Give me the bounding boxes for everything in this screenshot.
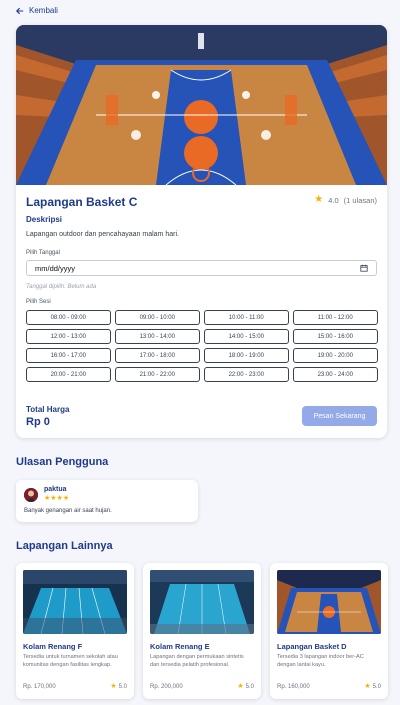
other-court-rating: ★ 5.0 bbox=[237, 683, 254, 690]
slot-button[interactable]: 19:00 - 20:00 bbox=[293, 348, 378, 363]
description-text: Lapangan outdoor dan pencahayaan malam h… bbox=[26, 231, 179, 238]
session-slots: 08:00 - 09:00 09:00 - 10:00 10:00 - 11:0… bbox=[26, 310, 378, 382]
other-court-price: Rp. 200,000 bbox=[150, 684, 183, 690]
slot-button[interactable]: 18:00 - 19:00 bbox=[204, 348, 289, 363]
slot-button[interactable]: 14:00 - 15:00 bbox=[204, 329, 289, 344]
other-court-rating: ★ 5.0 bbox=[110, 683, 127, 690]
slot-button[interactable]: 15:00 - 16:00 bbox=[293, 329, 378, 344]
other-court-desc: Tersedia 3 lapangan indoor ber-AC dengan… bbox=[277, 654, 364, 668]
court-title: Lapangan Basket C bbox=[26, 195, 138, 209]
date-placeholder: mm/dd/yyyy bbox=[35, 263, 76, 273]
reviews-heading: Ulasan Pengguna bbox=[16, 456, 109, 468]
session-label: Pilih Sesi bbox=[26, 299, 51, 305]
review-count: (1 ulasan) bbox=[343, 195, 377, 205]
court-detail-card: Lapangan Basket C ★ 4.0 (1 ulasan) Deskr… bbox=[16, 25, 387, 438]
slot-button[interactable]: 23:00 - 24:00 bbox=[293, 367, 378, 382]
total-price-label: Total Harga bbox=[26, 405, 70, 414]
other-court-name: Lapangan Basket D bbox=[277, 642, 347, 651]
court-rating: ★ 4.0 (1 ulasan) bbox=[314, 195, 377, 205]
other-court-rating: ★ 5.0 bbox=[364, 683, 381, 690]
review-user: paktua bbox=[44, 486, 67, 493]
court-thumbnail bbox=[23, 570, 127, 634]
date-label: Pilih Tanggal bbox=[26, 250, 60, 256]
slot-button[interactable]: 16:00 - 17:00 bbox=[26, 348, 111, 363]
court-thumbnail bbox=[150, 570, 254, 634]
other-court-name: Kolam Renang E bbox=[150, 642, 210, 651]
total-price-value: Rp 0 bbox=[26, 416, 50, 428]
slot-button[interactable]: 22:00 - 23:00 bbox=[204, 367, 289, 382]
other-courts-heading: Lapangan Lainnya bbox=[16, 540, 113, 552]
star-icon: ★ bbox=[314, 194, 324, 205]
slot-button[interactable]: 17:00 - 18:00 bbox=[115, 348, 200, 363]
other-court-desc: Lapangan dengan permukaan sintetis dan t… bbox=[150, 654, 244, 668]
review-text: Banyak genangan air saat hujan. bbox=[24, 508, 112, 514]
slot-button[interactable]: 20:00 - 21:00 bbox=[26, 367, 111, 382]
back-link[interactable]: Kembali bbox=[16, 6, 58, 15]
arrow-left-icon bbox=[16, 7, 24, 14]
date-input[interactable]: mm/dd/yyyy bbox=[26, 260, 377, 276]
court-hero-image bbox=[16, 25, 387, 185]
star-icon: ★ bbox=[237, 683, 244, 690]
avatar bbox=[24, 488, 38, 502]
star-icon: ★ bbox=[110, 683, 117, 690]
slot-button[interactable]: 11:00 - 12:00 bbox=[293, 310, 378, 325]
rating-value: 5.0 bbox=[372, 683, 381, 690]
slot-button[interactable]: 13:00 - 14:00 bbox=[115, 329, 200, 344]
slot-button[interactable]: 12:00 - 13:00 bbox=[26, 329, 111, 344]
other-court-desc: Tersedia untuk turnamen sekolah atau kom… bbox=[23, 654, 118, 668]
other-court-card[interactable]: Kolam Renang F Tersedia untuk turnamen s… bbox=[16, 563, 134, 699]
review-stars: ★★★★ bbox=[44, 495, 70, 502]
slot-button[interactable]: 08:00 - 09:00 bbox=[26, 310, 111, 325]
rating-value: 5.0 bbox=[245, 683, 254, 690]
review-card: paktua ★★★★ Banyak genangan air saat huj… bbox=[16, 480, 198, 522]
calendar-icon[interactable] bbox=[360, 264, 368, 272]
other-court-price: Rp. 160,000 bbox=[277, 684, 310, 690]
court-thumbnail bbox=[277, 570, 381, 634]
slot-button[interactable]: 21:00 - 22:00 bbox=[115, 367, 200, 382]
slot-button[interactable]: 09:00 - 10:00 bbox=[115, 310, 200, 325]
rating-value: 4.0 bbox=[328, 195, 339, 205]
other-court-price: Rp. 170,000 bbox=[23, 684, 56, 690]
other-court-card[interactable]: Kolam Renang E Lapangan dengan permukaan… bbox=[143, 563, 261, 699]
selected-date-note: Tanggal dipilih: Belum ada bbox=[26, 284, 97, 290]
other-court-name: Kolam Renang F bbox=[23, 642, 83, 651]
rating-value: 5.0 bbox=[118, 683, 127, 690]
other-court-card[interactable]: Lapangan Basket D Tersedia 3 lapangan in… bbox=[270, 563, 388, 699]
description-heading: Deskripsi bbox=[26, 215, 63, 224]
slot-button[interactable]: 10:00 - 11:00 bbox=[204, 310, 289, 325]
back-label: Kembali bbox=[29, 6, 58, 15]
book-now-button[interactable]: Pesan Sekarang bbox=[302, 406, 377, 426]
star-icon: ★ bbox=[364, 683, 371, 690]
